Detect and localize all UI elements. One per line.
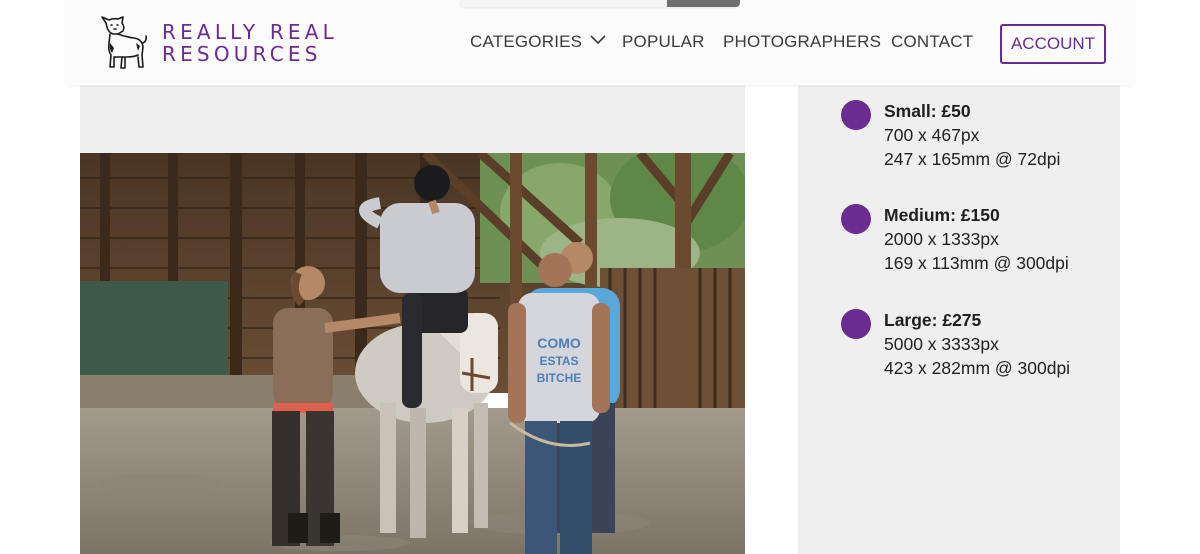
size-pixels-small: 700 x 467px — [884, 125, 980, 145]
size-text-small: Small: £50 700 x 467px 247 x 165mm @ 72d… — [884, 99, 1060, 171]
nav-photographers[interactable]: PHOTOGRAPHERS — [723, 32, 881, 52]
nav-contact[interactable]: CONTACT — [891, 32, 973, 52]
radio-large[interactable] — [841, 309, 871, 339]
horizontal-scrollbar[interactable] — [460, 0, 740, 7]
nav-categories-label: CATEGORIES — [470, 32, 583, 51]
shirt-print-line3: BITCHE — [537, 371, 582, 385]
size-title-small: Small: £50 — [884, 101, 971, 121]
main-nav: CATEGORIES POPULAR PHOTOGRAPHERS CONTACT… — [66, 0, 1134, 85]
size-title-medium: Medium: £150 — [884, 205, 1000, 225]
image-top-spacer — [80, 85, 745, 153]
size-title-large: Large: £275 — [884, 310, 982, 330]
account-button[interactable]: ACCOUNT — [1000, 24, 1106, 64]
site-header: REALLY REAL RESOURCES CATEGORIES POPULAR… — [66, 0, 1134, 85]
size-selector-panel: Small: £50 700 x 467px 247 x 165mm @ 72d… — [798, 85, 1120, 554]
scrollbar-thumb[interactable] — [667, 0, 740, 7]
shirt-print-line1: COMO — [537, 335, 581, 351]
page: REALLY REAL RESOURCES CATEGORIES POPULAR… — [0, 0, 1200, 554]
nav-categories[interactable]: CATEGORIES — [470, 32, 606, 52]
size-pixels-large: 5000 x 3333px — [884, 334, 999, 354]
shirt-print-line2: ESTAS — [539, 354, 578, 368]
size-text-large: Large: £275 5000 x 3333px 423 x 282mm @ … — [884, 308, 1070, 380]
product-photo: COMO ESTAS BITCHE — [80, 153, 745, 554]
chevron-down-icon — [590, 35, 606, 45]
radio-medium[interactable] — [841, 204, 871, 234]
size-print-small: 247 x 165mm @ 72dpi — [884, 149, 1061, 169]
size-text-medium: Medium: £150 2000 x 1333px 169 x 113mm @… — [884, 203, 1069, 275]
nav-popular[interactable]: POPULAR — [622, 32, 705, 52]
horse-riding-photo: COMO ESTAS BITCHE — [80, 153, 745, 554]
size-print-large: 423 x 282mm @ 300dpi — [884, 358, 1071, 378]
size-pixels-medium: 2000 x 1333px — [884, 229, 999, 249]
size-print-medium: 169 x 113mm @ 300dpi — [884, 253, 1069, 273]
radio-small[interactable] — [841, 100, 871, 130]
